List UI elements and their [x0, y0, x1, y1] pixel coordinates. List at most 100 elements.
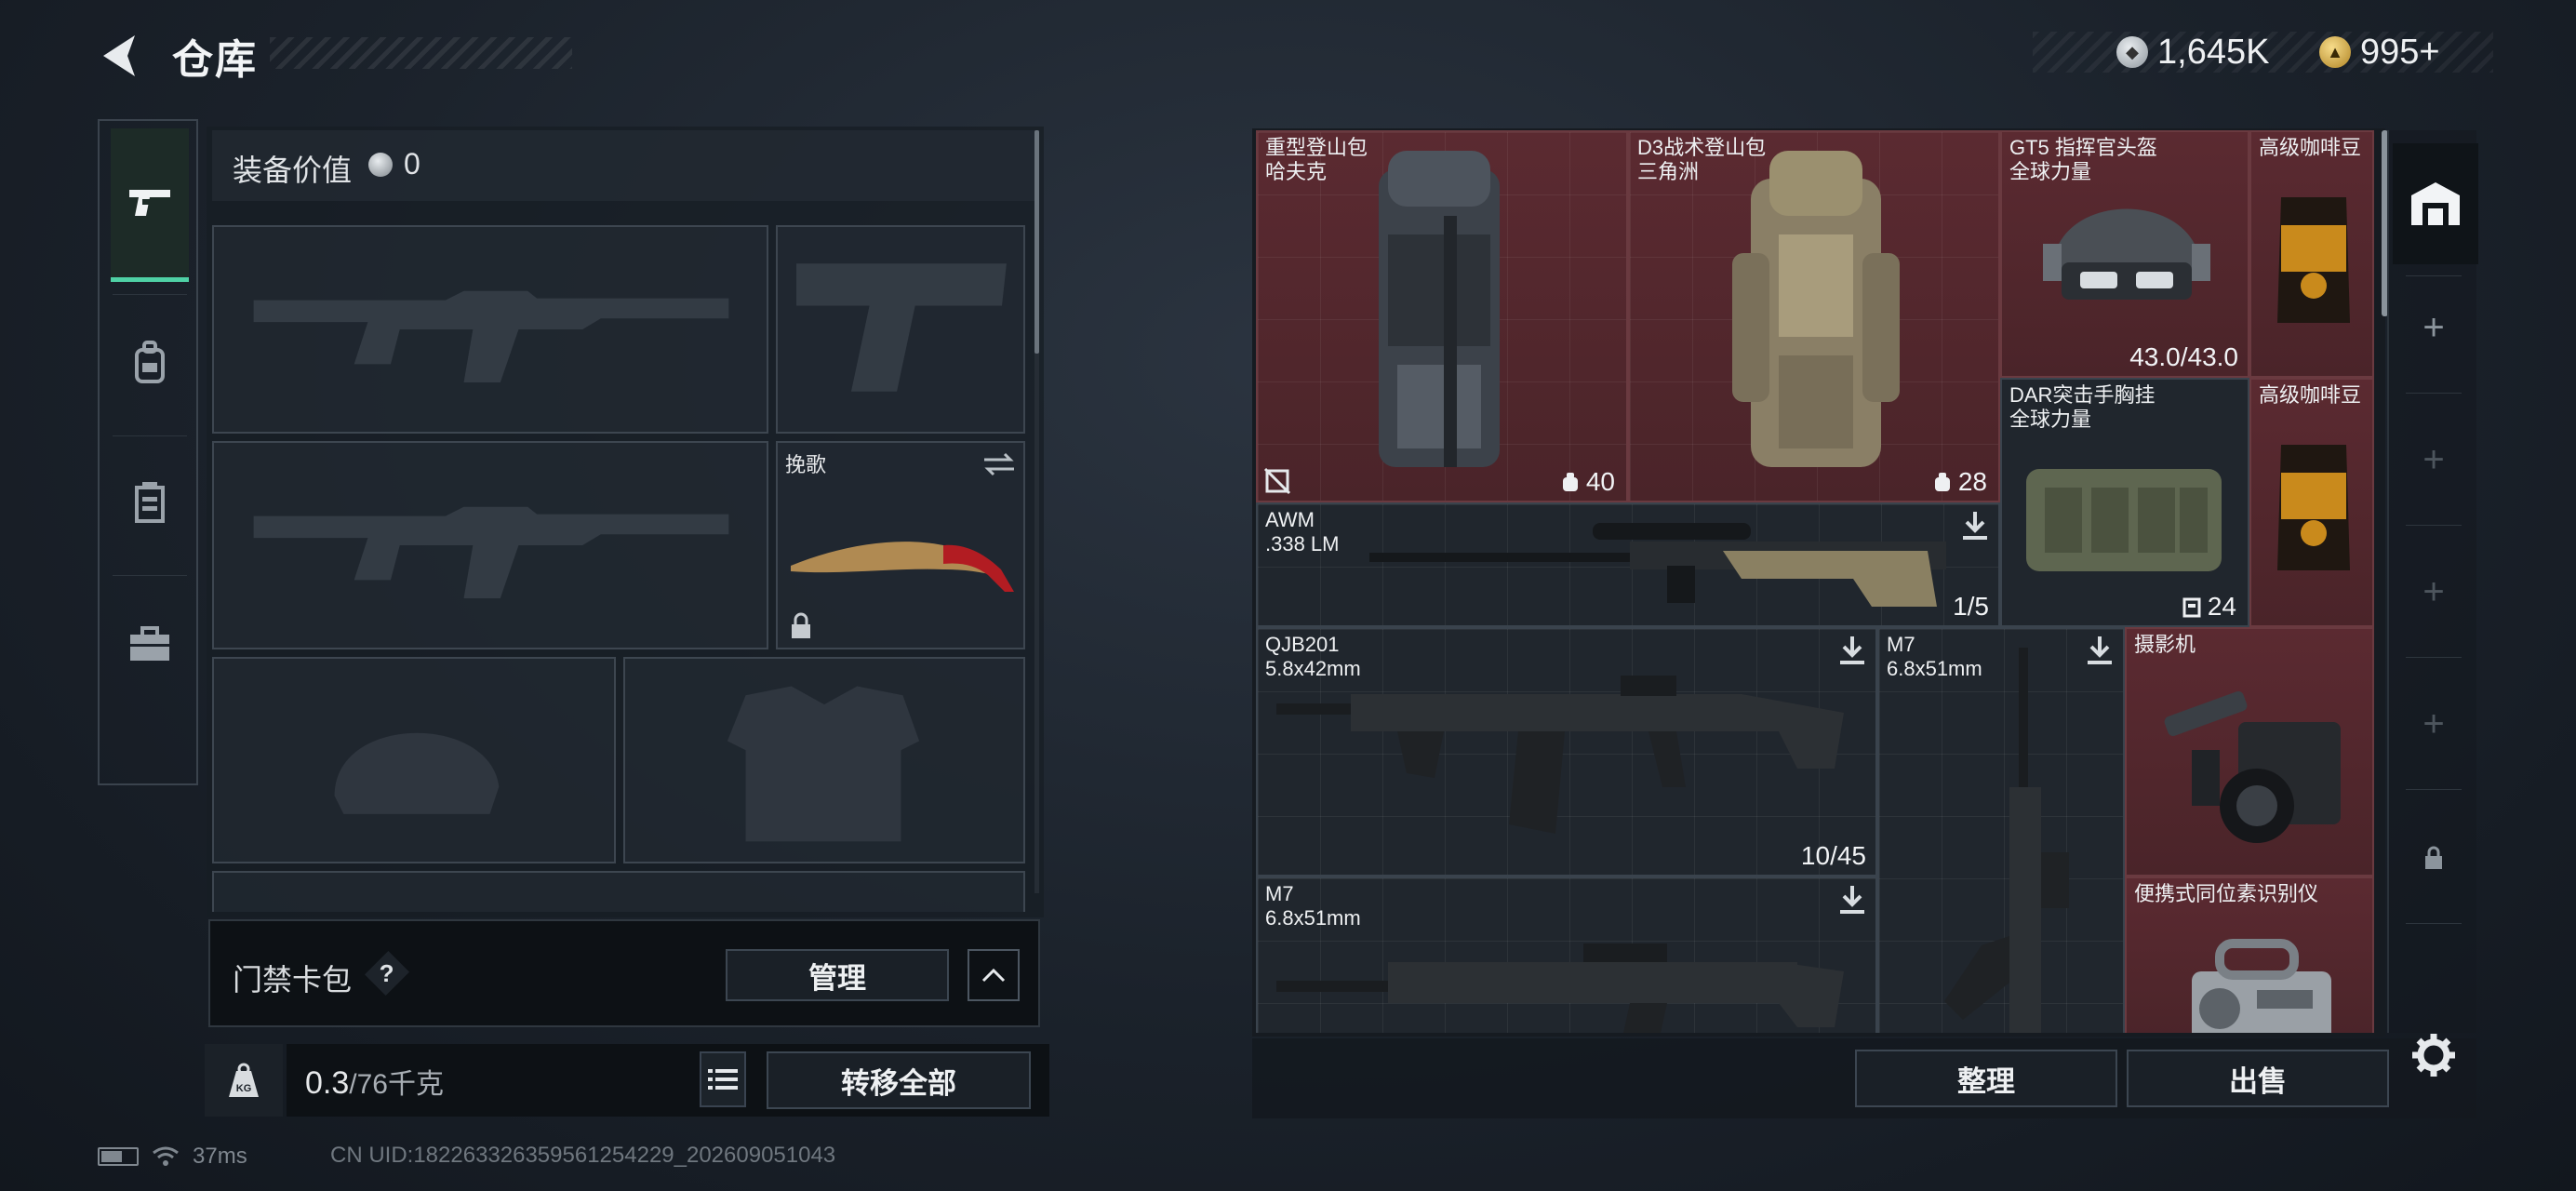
item-name: 重型登山包 哈夫克	[1265, 136, 1368, 183]
storage-item-coffee-beans[interactable]: 高级咖啡豆	[2249, 130, 2374, 378]
storage-item-gt5-helmet[interactable]: GT5 指挥官头盔 全球力量 43.0/43.0	[2000, 130, 2249, 378]
download-icon[interactable]	[1838, 884, 1866, 916]
storage-tab-add[interactable]: +	[2404, 430, 2463, 489]
sniper-rifle-icon	[1369, 523, 1946, 607]
plus-icon: +	[2423, 570, 2445, 612]
carry-weight-current: 0.3	[305, 1065, 350, 1101]
page-title: 仓库	[172, 37, 258, 83]
gear-icon	[2412, 1034, 2455, 1077]
equipment-value-number: 0	[404, 147, 420, 181]
storage-item-coffee-beans[interactable]: 高级咖啡豆	[2249, 378, 2374, 627]
lock-icon	[2425, 846, 2442, 869]
svg-text:KG: KG	[236, 1083, 252, 1094]
chest-rig-icon	[2026, 469, 2222, 571]
tab-divider	[2406, 923, 2462, 924]
rifle-silhouette-icon	[253, 506, 729, 598]
warehouse-icon	[2411, 182, 2460, 225]
rifle-vertical-icon	[1944, 648, 2069, 1033]
helmet-icon	[2043, 208, 2210, 300]
coffee-bag-icon	[2277, 197, 2350, 323]
secondary-weapon-slot[interactable]	[212, 441, 768, 649]
back-arrow-icon	[103, 35, 135, 76]
category-backpack[interactable]	[113, 326, 187, 400]
weight-kg-icon: KG	[229, 1063, 259, 1097]
toolbox-icon	[130, 626, 169, 661]
gold-currency-value: 995+	[2360, 32, 2440, 72]
plus-icon: +	[2423, 438, 2445, 480]
storage-item-m7-vertical[interactable]: M7 6.8x51mm	[1877, 627, 2125, 1033]
storage-tab-main[interactable]	[2393, 143, 2478, 264]
silver-currency[interactable]: ◆ 1,645K	[2116, 32, 2269, 73]
helmet-slot[interactable]	[212, 657, 616, 863]
collapse-button[interactable]	[968, 949, 1020, 1001]
catbar-bottom-line	[98, 783, 198, 785]
backpack-capacity-icon	[1562, 473, 1578, 491]
rifle-silhouette-icon	[253, 290, 729, 382]
silver-currency-value: 1,645K	[2157, 32, 2270, 72]
sell-button[interactable]: 出售	[2127, 1050, 2389, 1107]
category-toolbox[interactable]	[113, 607, 187, 681]
storage-item-awm[interactable]: AWM .338 LM 1/5	[1256, 502, 2000, 627]
item-capacity: 40	[1560, 467, 1615, 497]
user-uid: CN UID:18226332635956125422​9_2026090510…	[330, 1143, 836, 1168]
storage-tab-add[interactable]: +	[2404, 562, 2463, 622]
armor-silhouette-icon	[727, 686, 920, 842]
carry-weight-max: /76千克	[349, 1069, 444, 1100]
storage-item-camera[interactable]: 摄影机	[2125, 627, 2374, 877]
pistol-slot[interactable]	[776, 225, 1025, 434]
storage-item-qjb201[interactable]: QJB201 5.8x42mm 10/45	[1256, 627, 1877, 877]
item-capacity-value: 40	[1585, 467, 1615, 496]
storage-item-dar-vest[interactable]: DAR突击手胸挂 全球力量 24	[2000, 378, 2249, 627]
item-capacity-value: 28	[1957, 467, 1987, 496]
list-view-button[interactable]	[700, 1051, 746, 1107]
item-ammo-count: 1/5	[1953, 592, 1989, 621]
extra-slot[interactable]	[212, 871, 1025, 912]
manage-button[interactable]: 管理	[726, 949, 949, 1001]
pistol-silhouette-icon	[796, 263, 1007, 392]
armor-slot[interactable]	[623, 657, 1025, 863]
silver-coin-icon	[368, 153, 393, 177]
melee-slot[interactable]: 挽歌	[776, 441, 1025, 649]
swap-icon[interactable]	[982, 450, 1016, 478]
carry-weight: 0.3/76千克	[305, 1061, 444, 1102]
equipment-scrollbar[interactable]	[1034, 130, 1039, 354]
vest-icon	[135, 482, 165, 523]
storage-tabs: + + + +	[2387, 130, 2478, 1033]
storage-tab-add[interactable]: +	[2404, 694, 2463, 754]
title-decoration	[270, 37, 572, 69]
item-durability: 43.0/43.0	[2129, 342, 2238, 371]
plus-icon: +	[2423, 306, 2445, 348]
primary-weapon-slot[interactable]	[212, 225, 768, 434]
item-name: 便携式同位素识别仪	[2134, 882, 2319, 905]
item-capacity-value: 24	[2207, 592, 2236, 621]
download-icon[interactable]	[1838, 635, 1866, 666]
vest-capacity-icon	[2182, 597, 2201, 618]
sort-button[interactable]: 整理	[1855, 1050, 2117, 1107]
category-weapons[interactable]	[111, 128, 189, 282]
back-button[interactable]	[98, 30, 144, 82]
gold-coin-icon: ▲	[2319, 36, 2351, 68]
gold-currency[interactable]: ▲ 995+	[2319, 32, 2440, 73]
item-ammo-count: 10/45	[1800, 841, 1866, 870]
storage-tab-locked[interactable]	[2404, 828, 2463, 888]
storage-item-m7-horizontal[interactable]: M7 6.8x51mm	[1256, 877, 1877, 1033]
category-vest[interactable]	[113, 465, 187, 540]
storage-item-heavy-backpack[interactable]: 重型登山包 哈夫克 40	[1256, 130, 1628, 502]
category-divider	[113, 575, 187, 576]
storage-tab-add[interactable]: +	[2404, 298, 2463, 357]
tab-divider	[2406, 789, 2462, 790]
no-insure-icon	[1263, 467, 1291, 495]
rifle-icon	[1276, 943, 1844, 1033]
tactical-backpack-icon	[1732, 151, 1900, 467]
storage-item-isotope-identifier[interactable]: 便携式同位素识别仪	[2125, 877, 2374, 1033]
access-card-label: 门禁卡包	[233, 963, 353, 997]
transfer-all-button[interactable]: 转移全部	[767, 1051, 1031, 1109]
backpack-capacity-icon	[1934, 473, 1950, 491]
item-name: 高级咖啡豆	[2259, 383, 2362, 407]
download-icon[interactable]	[1961, 510, 1989, 542]
list-icon	[708, 1069, 738, 1090]
storage-item-d3-backpack[interactable]: D3战术登山包 三角洲 28	[1628, 130, 2000, 502]
karambit-knife-icon	[791, 542, 1014, 592]
item-capacity: 28	[1932, 467, 1987, 497]
settings-button[interactable]	[2406, 1027, 2462, 1083]
